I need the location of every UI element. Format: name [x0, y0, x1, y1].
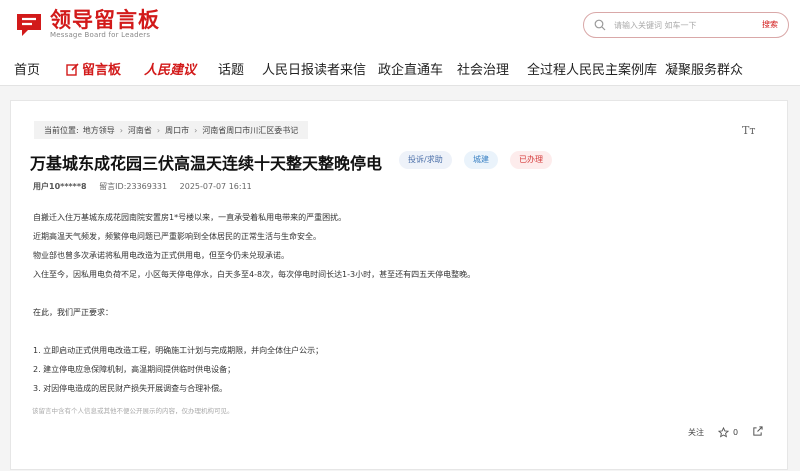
message-card: 当前位置: 地方领导 › 河南省 › 周口市 › 河南省周口市川汇区委书记 Tт… [10, 100, 788, 470]
chevron-right-icon: › [119, 125, 123, 135]
edit-icon [66, 63, 79, 76]
like-button[interactable]: 0 [718, 427, 738, 438]
site-header: 领导留言板 Message Board for Leaders 搜索 [0, 0, 800, 50]
nav-item-people-suggestions[interactable]: 人民建议 [144, 59, 196, 78]
nav-item-readers-letters[interactable]: 人民日报读者来信 [262, 59, 366, 78]
nav-item-home[interactable]: 首页 [14, 59, 40, 78]
breadcrumb-prefix: 当前位置: [44, 125, 79, 135]
logo-icon [14, 10, 44, 40]
breadcrumb-item[interactable]: 河南省 [128, 125, 152, 136]
message-meta: 用户10*****8 留言ID:23369331 2025-07-07 16:1… [33, 181, 262, 192]
privacy-notice: 该留言中含有个人信息或其他不便公开展示的内容，仅办理机构可见。 [32, 407, 234, 415]
body-paragraph: 近期高温天气频发，频繁停电问题已严重影响到全体居民的正常生活与生命安全。 [33, 232, 321, 241]
category-badge: 城建 [464, 151, 498, 169]
nav-item-social-governance[interactable]: 社会治理 [457, 59, 509, 78]
chevron-right-icon: › [156, 125, 161, 135]
breadcrumb-item[interactable]: 地方领导 [83, 125, 115, 136]
star-icon [718, 427, 729, 438]
nav-item-serve-masses[interactable]: 凝聚服务群众 [665, 59, 743, 78]
follow-button[interactable]: 关注 [688, 427, 704, 438]
like-count: 0 [733, 428, 739, 437]
search-box: 搜索 [583, 12, 789, 38]
user-name: 用户10*****8 [33, 182, 87, 191]
site-logo[interactable]: 领导留言板 Message Board for Leaders [14, 9, 160, 40]
main-nav: 首页 留言板 人民建议 话题 人民日报读者来信 政企直通车 社会治理 全过程人民… [0, 50, 800, 86]
search-button[interactable]: 搜索 [762, 19, 778, 30]
nav-item-gov-enterprise[interactable]: 政企直通车 [378, 59, 443, 78]
type-badge: 投诉/求助 [399, 151, 452, 169]
logo-subtitle: Message Board for Leaders [50, 31, 151, 39]
message-id: 留言ID:23369331 [99, 182, 168, 191]
body-paragraph: 3. 对因停电造成的居民财产损失开展调查与合理补偿。 [33, 384, 228, 393]
search-input[interactable] [614, 20, 734, 30]
body-paragraph: 入住至今，因私用电负荷不足，小区每天停电停水，白天多至4-8次，每次停电时间长达… [33, 270, 476, 279]
body-paragraph: 2. 建立停电应急保障机制，高温期间提供临时供电设备； [33, 365, 236, 374]
nav-item-message-board[interactable]: 留言板 [66, 59, 121, 78]
chevron-right-icon: › [194, 125, 198, 135]
breadcrumb: 当前位置: 地方领导 › 河南省 › 周口市 › 河南省周口市川汇区委书记 [34, 121, 309, 139]
body-paragraph: 自搬迁入住万基城东成花园南院安置房1*号楼以来，一直承受着私用电带来的严重困扰。 [33, 213, 347, 222]
status-badge: 已办理 [510, 151, 552, 169]
page-title: 万基城东成花园三伏高温天连续十天整天整晚停电 [30, 154, 383, 173]
search-icon [594, 19, 606, 31]
nav-label-message-board: 留言板 [82, 63, 122, 78]
message-actions: 关注 0 [688, 426, 763, 439]
share-icon [753, 426, 763, 436]
share-button[interactable] [752, 426, 763, 439]
body-paragraph: 1. 立即启动正式供用电改造工程，明确施工计划与完成期限，并向全体住户公示； [33, 346, 324, 355]
logo-title: 领导留言板 [50, 8, 160, 32]
body-paragraph: 在此，我们严正要求： [33, 308, 113, 317]
nav-item-democracy-cases[interactable]: 全过程人民民主案例库 [527, 59, 657, 78]
font-size-icon[interactable]: Tт [742, 124, 755, 137]
breadcrumb-item[interactable]: 河南省周口市川汇区委书记 [202, 125, 298, 136]
body-paragraph: 物业部也曾多次承诺将私用电改造为正式供用电，但至今仍未兑现承诺。 [33, 251, 289, 260]
nav-item-topics[interactable]: 话题 [218, 59, 244, 78]
message-date: 2025-07-07 16:11 [179, 182, 252, 191]
breadcrumb-item[interactable]: 周口市 [165, 125, 189, 136]
